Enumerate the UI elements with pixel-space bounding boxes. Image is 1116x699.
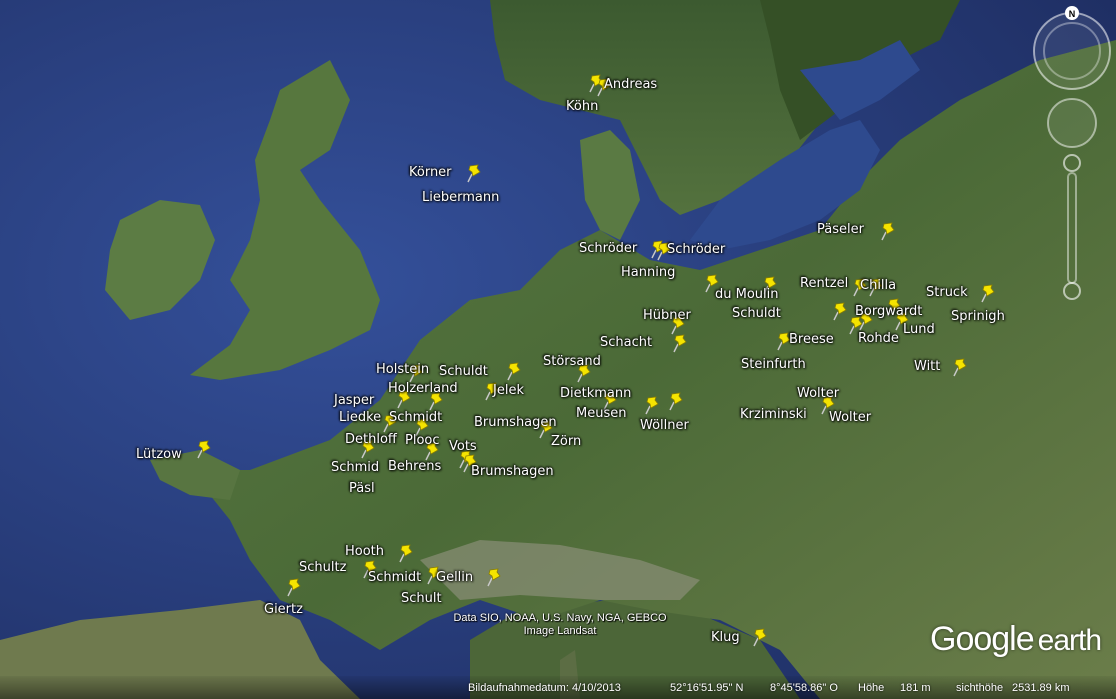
pushpin-icon[interactable] [394, 542, 416, 564]
placemark-label[interactable]: Gellin [436, 571, 473, 585]
placemark-label[interactable]: Wolter [797, 387, 839, 401]
placemark-label[interactable]: Borgwardt [855, 305, 922, 319]
placemark-label[interactable]: Meusen [576, 407, 626, 421]
placemark-label[interactable]: Struck [926, 286, 968, 300]
placemark-label[interactable]: Krziminski [740, 408, 807, 422]
pushpin-icon[interactable] [948, 356, 970, 378]
pushpin-icon[interactable] [502, 360, 524, 382]
longitude-readout: 8°45'58.86" O [770, 682, 838, 694]
placemark-label[interactable]: Behrens [388, 460, 441, 474]
google-earth-logo: Google earth [930, 620, 1102, 659]
placemark-label[interactable]: Schuldt [732, 307, 781, 321]
compass-north-label: N [1069, 9, 1076, 19]
placemark-label[interactable]: Störsand [543, 355, 601, 369]
elevation-label: Höhe [858, 682, 885, 694]
placemark-label[interactable]: Brumshagen [471, 465, 554, 479]
placemark-label[interactable]: Schuldt [439, 365, 488, 379]
placemark-label[interactable]: Hooth [345, 545, 384, 559]
satellite-map[interactable] [0, 0, 1116, 699]
placemark-label[interactable]: Köhn [566, 100, 598, 114]
pushpin-icon[interactable] [976, 282, 998, 304]
attribution-imagery: Image Landsat [523, 625, 597, 637]
placemark-label[interactable]: Päseler [817, 223, 864, 237]
zoom-slider[interactable] [1063, 154, 1081, 300]
map-attribution: Data SIO, NOAA, U.S. Navy, NGA, GEBCO Im… [420, 612, 700, 638]
placemark-label[interactable]: Schröder [667, 243, 725, 257]
placemark-label[interactable]: Jasper [334, 394, 374, 408]
placemark-label[interactable]: Brumshagen [474, 416, 557, 430]
placemark-label[interactable]: Giertz [264, 603, 303, 617]
placemark-label[interactable]: Rentzel [800, 277, 848, 291]
placemark-label[interactable]: Rohde [858, 332, 899, 346]
pushpin-icon[interactable] [640, 394, 662, 416]
logo-google: Google [930, 620, 1035, 658]
placemark-label[interactable]: Schult [401, 592, 442, 606]
image-date: Bildaufnahmedatum: 4/10/2013 [468, 682, 621, 694]
placemark-label[interactable]: du Moulin [715, 288, 779, 302]
pushpin-icon[interactable] [668, 332, 690, 354]
placemark-label[interactable]: Liebermann [422, 191, 499, 205]
placemark-label[interactable]: Schröder [579, 242, 637, 256]
placemark-label[interactable]: Wöllner [640, 419, 689, 433]
placemark-label[interactable]: Holzerland [388, 382, 458, 396]
status-bar: Bildaufnahmedatum: 4/10/2013 52°16'51.95… [0, 676, 1116, 699]
pushpin-icon[interactable] [482, 566, 504, 588]
placemark-label[interactable]: Klug [711, 631, 740, 645]
placemark-label[interactable]: Schacht [600, 336, 652, 350]
placemark-label[interactable]: Hanning [621, 266, 675, 280]
logo-earth: earth [1037, 624, 1102, 657]
eye-altitude-label: sichthöhe [956, 682, 1004, 694]
placemark-label[interactable]: Holstein [376, 363, 429, 377]
latitude-readout: 52°16'51.95" N [670, 682, 744, 694]
placemark-label[interactable]: Breese [789, 333, 834, 347]
placemark-label[interactable]: Plooc [405, 434, 440, 448]
placemark-label[interactable]: Körner [409, 166, 452, 180]
navigation-controls[interactable]: N [1030, 5, 1116, 305]
placemark-label[interactable]: Schmid [331, 461, 379, 475]
pushpin-icon[interactable] [192, 438, 214, 460]
placemark-label[interactable]: Päsl [349, 482, 375, 496]
placemark-label[interactable]: Wolter [829, 411, 871, 425]
placemark-label[interactable]: Andreas [604, 78, 657, 92]
pushpin-icon[interactable] [664, 390, 686, 412]
look-joystick[interactable] [1047, 98, 1097, 148]
placemark-label[interactable]: Chilla [860, 279, 896, 293]
placemark-label[interactable]: Schmidt [368, 571, 421, 585]
pushpin-icon[interactable] [282, 576, 304, 598]
placemark-label[interactable]: Hübner [643, 309, 691, 323]
placemark-label[interactable]: Sprinigh [951, 310, 1005, 324]
placemark-label[interactable]: Lund [903, 323, 935, 337]
placemark-label[interactable]: Jelek [493, 384, 524, 398]
placemark-label[interactable]: Schultz [299, 561, 346, 575]
elevation-value: 181 m [900, 682, 931, 694]
placemark-label[interactable]: Lützow [136, 448, 182, 462]
pushpin-icon[interactable] [876, 220, 898, 242]
placemark-label[interactable]: Zörn [551, 435, 581, 449]
placemark-label[interactable]: Vots [449, 440, 477, 454]
attribution-data: Data SIO, NOAA, U.S. Navy, NGA, GEBCO [453, 612, 667, 624]
placemark-label[interactable]: Steinfurth [741, 358, 806, 372]
placemark-label[interactable]: Witt [914, 360, 940, 374]
placemark-label[interactable]: Liedke [339, 411, 381, 425]
pushpin-icon[interactable] [748, 626, 770, 648]
placemark-label[interactable]: Dietkmann [560, 387, 631, 401]
compass-ring[interactable]: N [1033, 6, 1111, 90]
eye-altitude-value: 2531.89 km [1012, 682, 1070, 694]
placemark-label[interactable]: Schmidt [389, 411, 442, 425]
pushpin-icon[interactable] [462, 162, 484, 184]
placemark-label[interactable]: Dethloff [345, 433, 397, 447]
